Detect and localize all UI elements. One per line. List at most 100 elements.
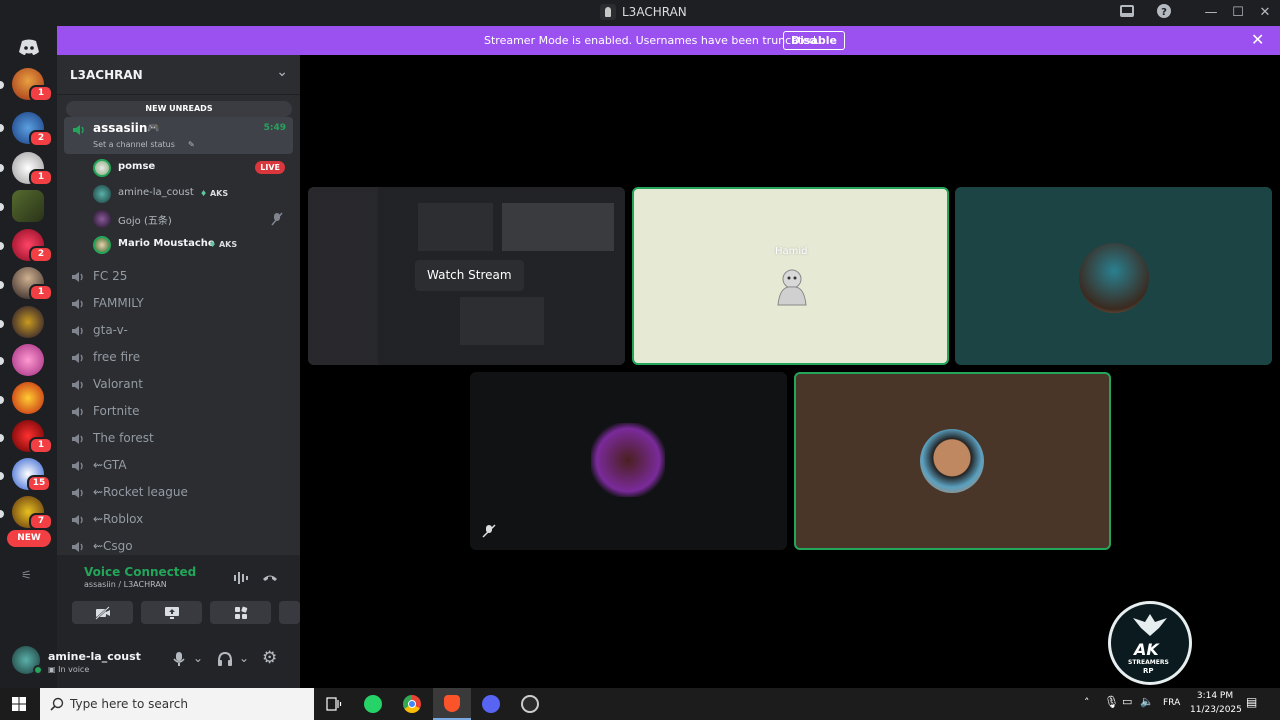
help-icon[interactable]: ? <box>1154 3 1174 23</box>
participant-tile[interactable] <box>794 372 1111 550</box>
voice-user[interactable]: pomse LIVE <box>93 157 289 179</box>
maximize-icon[interactable]: ☐ <box>1228 3 1248 23</box>
voice-channel[interactable]: gta-v- <box>71 321 286 341</box>
headphones-icon[interactable] <box>217 651 233 667</box>
discord-home-icon[interactable] <box>14 32 44 62</box>
microphone-icon[interactable]: 🎙 <box>1104 695 1119 709</box>
search-icon <box>50 697 64 711</box>
inbox-icon[interactable] <box>1117 3 1137 23</box>
ak-streamers-logo: AK STREAMERS RP <box>1108 601 1192 685</box>
chevron-down-icon[interactable]: ⌄ <box>239 651 249 665</box>
language-indicator[interactable]: FRA <box>1163 698 1180 708</box>
muted-mic-icon <box>271 212 283 226</box>
notifications-icon[interactable]: ▤ <box>1246 695 1257 709</box>
server-icon-4[interactable] <box>12 190 44 222</box>
avatar <box>93 159 111 177</box>
task-view-icon[interactable] <box>326 697 342 711</box>
disconnect-icon[interactable] <box>262 572 278 584</box>
voice-channel[interactable]: ⇜GTA <box>71 456 286 476</box>
share-screen-button[interactable] <box>141 601 202 624</box>
channel-name: Valorant <box>93 377 143 391</box>
voice-channel[interactable]: ⇜Csgo <box>71 537 286 557</box>
channel-timer: 5:49 <box>263 123 286 133</box>
username[interactable]: amine-la_coust <box>48 650 141 663</box>
streamer-mode-banner: Streamer Mode is enabled. Usernames have… <box>57 26 1280 55</box>
participant-nameplate: Hamid <box>775 246 808 257</box>
participant-tile[interactable] <box>470 372 787 550</box>
server-icon-9[interactable] <box>12 382 44 414</box>
participant-avatar <box>591 423 665 497</box>
activities-button[interactable] <box>210 601 271 624</box>
participant-avatar <box>1079 243 1149 313</box>
watch-stream-button[interactable]: Watch Stream <box>415 260 524 291</box>
unread-dot <box>0 124 4 132</box>
server-icon-7[interactable] <box>12 306 44 338</box>
network-icon[interactable]: ▭ <box>1122 695 1132 708</box>
settings-gear-icon[interactable]: ⚙ <box>262 648 277 668</box>
voice-user[interactable]: Gojo (五条) <box>93 208 289 230</box>
speaker-icon <box>72 407 83 417</box>
clock-time[interactable]: 3:14 PM <box>1194 691 1236 701</box>
channel-status[interactable]: Set a channel status <box>93 140 175 149</box>
taskbar-search[interactable]: Type here to search <box>40 688 314 720</box>
voice-channel[interactable]: FAMMILY <box>71 294 286 314</box>
camera-button[interactable] <box>72 601 133 624</box>
server-icon-8[interactable] <box>12 344 44 376</box>
chevron-up-icon[interactable]: ˄ <box>1084 696 1090 709</box>
server-rail: 1 2 1 2 1 1 15 7 NEW <box>0 26 57 688</box>
user-panel: amine-la_coust ▣ In voice ⌄ ⌄ ⚙ <box>12 633 300 688</box>
participant-tile[interactable]: Hamid <box>632 187 949 365</box>
voice-user[interactable]: Mario Moustache ♦ AKS <box>93 234 289 256</box>
speaker-icon <box>72 515 83 525</box>
gamepad-icon: 🎮 <box>147 123 160 134</box>
discord-taskbar-icon[interactable] <box>482 695 500 713</box>
brave-taskbar-button[interactable] <box>433 688 471 720</box>
soundboard-button[interactable] <box>279 601 300 624</box>
microphone-icon[interactable] <box>173 651 185 667</box>
obs-icon[interactable] <box>521 695 539 713</box>
unread-dot <box>0 320 4 328</box>
connection-signal-icon[interactable]: ⚟ <box>21 568 37 584</box>
participant-tile[interactable] <box>955 187 1272 365</box>
minimize-icon[interactable]: — <box>1201 3 1221 23</box>
voice-channel[interactable]: Valorant <box>71 375 286 395</box>
unread-dot <box>0 510 4 518</box>
camera-off-icon <box>94 605 110 620</box>
avatar <box>93 185 111 203</box>
clan-tag: ♦ AKS <box>200 189 229 198</box>
voice-user-name: amine-la_coust <box>118 187 194 198</box>
chrome-icon[interactable] <box>403 695 421 713</box>
voice-connected-subtitle[interactable]: assasiin / L3ACHRAN <box>84 580 167 589</box>
volume-icon[interactable]: 🔈 <box>1140 695 1154 708</box>
mention-badge: 7 <box>29 513 53 530</box>
chevron-down-icon[interactable]: ⌄ <box>193 651 203 665</box>
voice-channel[interactable]: ⇜Roblox <box>71 510 286 530</box>
disable-button[interactable]: Disable <box>783 31 845 50</box>
voice-channel[interactable]: ⇜Rocket league <box>71 483 286 503</box>
noise-suppression-icon[interactable] <box>233 571 249 585</box>
windows-start-icon[interactable] <box>12 697 26 711</box>
active-voice-channel[interactable]: assasiin 🎮 Set a channel status ✎ 5:49 <box>64 117 293 154</box>
mention-badge: 1 <box>29 169 53 186</box>
banner-message: Streamer Mode is enabled. Usernames have… <box>484 34 820 47</box>
voice-channel[interactable]: The forest <box>71 429 286 449</box>
close-window-icon[interactable]: ✕ <box>1255 3 1275 23</box>
whatsapp-icon[interactable] <box>364 695 382 713</box>
voice-channel[interactable]: Fortnite <box>71 402 286 422</box>
search-placeholder: Type here to search <box>70 697 188 711</box>
pencil-icon[interactable]: ✎ <box>188 140 195 149</box>
new-unreads-bar[interactable]: NEW UNREADS <box>66 101 292 117</box>
new-unreads-pill[interactable]: NEW <box>7 530 51 547</box>
stream-tile[interactable]: Watch Stream <box>308 187 625 365</box>
close-icon[interactable]: ✕ <box>1251 30 1264 49</box>
mention-badge: 2 <box>29 130 53 147</box>
voice-channel[interactable]: free fire <box>71 348 286 368</box>
voice-connected-title[interactable]: Voice Connected <box>84 565 196 579</box>
clock-date[interactable]: 11/23/2025 <box>1190 705 1242 715</box>
guild-header[interactable]: L3ACHRAN ⌄ <box>57 55 300 95</box>
voice-channel[interactable]: FC 25 <box>71 267 286 287</box>
window-title: L3ACHRAN <box>600 4 687 20</box>
speaker-icon <box>72 380 83 390</box>
voice-user[interactable]: amine-la_coust ♦ AKS <box>93 183 289 205</box>
stream-preview-window <box>418 203 493 251</box>
